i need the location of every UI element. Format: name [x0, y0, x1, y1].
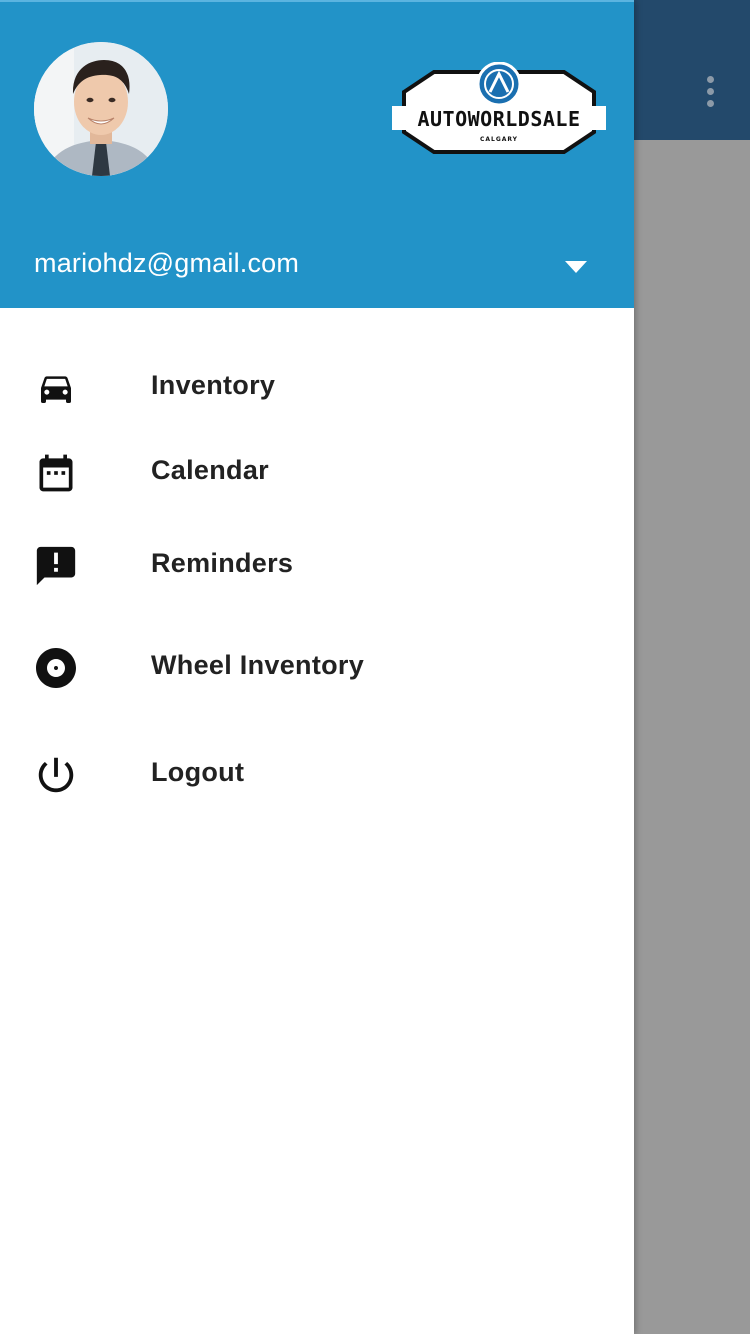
- brand-logo: AUTOWORLDSALE CALGARY: [392, 61, 606, 160]
- avatar[interactable]: [34, 42, 168, 176]
- account-dropdown-icon[interactable]: [556, 254, 596, 280]
- overflow-dot: [706, 75, 714, 83]
- drawer-header: AUTOWORLDSALE CALGARY mariohdz@gmail.com: [0, 0, 634, 308]
- power-icon: [28, 747, 84, 803]
- menu-item-inventory[interactable]: Inventory: [0, 342, 634, 432]
- menu-item-wheel-inventory[interactable]: Wheel Inventory: [0, 622, 634, 712]
- menu-item-calendar[interactable]: Calendar: [0, 427, 634, 517]
- alert-message-icon: [28, 538, 84, 594]
- disc-icon: [28, 640, 84, 696]
- navigation-drawer: AUTOWORLDSALE CALGARY mariohdz@gmail.com…: [0, 0, 634, 1334]
- car-icon: [28, 360, 84, 416]
- overflow-dot: [706, 87, 714, 95]
- calendar-icon: [28, 445, 84, 501]
- menu-item-logout[interactable]: Logout: [0, 729, 634, 819]
- avatar-image: [34, 42, 168, 176]
- menu-item-label: Inventory: [151, 370, 276, 400]
- menu-item-label: Logout: [151, 757, 245, 787]
- menu-item-reminders[interactable]: Reminders: [0, 520, 634, 610]
- menu-item-label: Wheel Inventory: [151, 650, 365, 680]
- account-email: mariohdz@gmail.com: [34, 248, 300, 278]
- overflow-dot: [706, 99, 714, 107]
- logo-brand-text: AUTOWORLDSALE: [417, 107, 580, 131]
- menu-item-label: Reminders: [151, 548, 294, 578]
- logo-subtext: CALGARY: [480, 136, 518, 143]
- overflow-menu-icon[interactable]: [690, 66, 730, 116]
- menu-item-label: Calendar: [151, 455, 269, 485]
